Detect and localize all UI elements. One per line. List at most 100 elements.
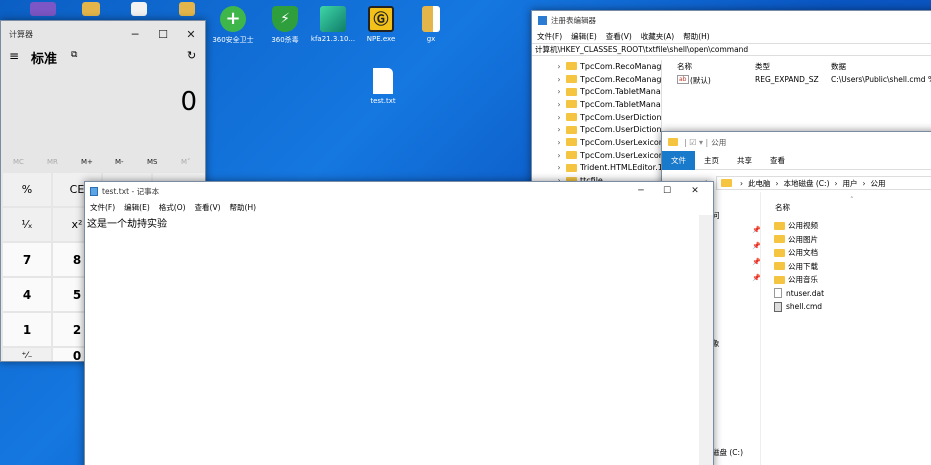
- menu-format[interactable]: 格式(O): [159, 202, 186, 213]
- tree-item[interactable]: › TpcCom.UserDictiona: [552, 123, 661, 136]
- desktop-icon-2[interactable]: [68, 2, 114, 19]
- history-icon[interactable]: ↻: [187, 49, 196, 62]
- tree-item[interactable]: › TpcCom.TabletManag: [552, 85, 661, 98]
- tab-share[interactable]: 共享: [728, 155, 761, 166]
- folder-icon: [774, 275, 785, 284]
- folder-icon: [179, 2, 195, 16]
- address-bar[interactable]: ↑ › 此电脑› 本地磁盘 (C:)› 用户› 公用: [703, 176, 931, 190]
- digit-4-key[interactable]: 4: [3, 278, 51, 311]
- list-item[interactable]: 公用音乐: [774, 273, 931, 287]
- column-data[interactable]: 数据: [831, 61, 846, 72]
- tab-file[interactable]: 文件: [662, 151, 695, 170]
- desktop-icon-360av[interactable]: ⚡ 360杀毒: [262, 6, 308, 45]
- cmd-file-icon: [774, 301, 782, 312]
- memory-recall-button[interactable]: MR: [47, 158, 58, 166]
- notepad-window[interactable]: test.txt - 记事本 ─ ☐ ✕ 文件(F) 编辑(E) 格式(O) 查…: [84, 181, 714, 465]
- memory-subtract-button[interactable]: M-: [115, 158, 124, 166]
- registry-address-bar[interactable]: 计算机\HKEY_CLASSES_ROOT\txtfile\shell\open…: [532, 43, 931, 56]
- desktop-icon-label: 360安全卫士: [212, 36, 254, 44]
- list-item[interactable]: 公用下载: [774, 260, 931, 274]
- column-name[interactable]: 名称: [677, 61, 692, 72]
- folder-icon: [566, 125, 577, 134]
- npe-icon: Ⓖ: [368, 6, 394, 32]
- notepad-titlebar[interactable]: test.txt - 记事本 ─ ☐ ✕: [85, 182, 713, 200]
- folder-icon: [566, 163, 577, 172]
- folder-icon: [774, 248, 785, 257]
- list-item[interactable]: shell.cmd: [774, 300, 931, 314]
- notepad-text-area[interactable]: 这是一个劫持实验: [85, 215, 713, 465]
- tab-view[interactable]: 查看: [761, 155, 794, 166]
- memory-store-button[interactable]: MS: [147, 158, 157, 166]
- desktop-icon-360safe[interactable]: + 360安全卫士: [210, 6, 256, 45]
- menu-edit[interactable]: 编辑(E): [571, 31, 597, 42]
- memory-clear-button[interactable]: MC: [13, 158, 24, 166]
- desktop-icon-label: test.txt: [370, 97, 396, 105]
- desktop-icon-test-txt[interactable]: test.txt: [360, 68, 406, 105]
- menu-file[interactable]: 文件(F): [537, 31, 562, 42]
- menu-help[interactable]: 帮助(H): [683, 31, 710, 42]
- desktop-icon-1[interactable]: [20, 2, 66, 19]
- quick-access-toolbar[interactable]: | ☑ ▾ |: [684, 138, 708, 147]
- notepad-menubar: 文件(F) 编辑(E) 格式(O) 查看(V) 帮助(H): [85, 200, 713, 215]
- menu-edit[interactable]: 编辑(E): [124, 202, 150, 213]
- nav-pane-drive[interactable]: 磁盘 (C:): [712, 447, 743, 458]
- breadcrumb-public[interactable]: 公用: [871, 178, 886, 189]
- menu-view[interactable]: 查看(V): [195, 202, 221, 213]
- menu-help[interactable]: 帮助(H): [230, 202, 257, 213]
- value-data: C:\Users\Public\shell.cmd %: [831, 75, 931, 84]
- list-item[interactable]: ntuser.dat: [774, 287, 931, 301]
- memory-add-button[interactable]: M+: [81, 158, 93, 166]
- desktop-icon-npe[interactable]: Ⓖ NPE.exe: [358, 6, 404, 43]
- tree-item[interactable]: › TpcCom.RecoManage: [552, 60, 661, 73]
- digit-7-key[interactable]: 7: [3, 243, 51, 276]
- list-item[interactable]: 公用图片: [774, 233, 931, 247]
- desktop-icon-kfa[interactable]: kfa21.3.10...: [310, 6, 356, 43]
- registry-value-row[interactable]: ab (默认) REG_EXPAND_SZ C:\Users\Public\sh…: [677, 75, 931, 86]
- desktop-icon-3[interactable]: [116, 2, 162, 19]
- calculator-mode: 标准: [31, 52, 58, 67]
- tree-item[interactable]: ›TpcCom.UserLexiconM: [552, 136, 661, 149]
- breadcrumb-this-pc[interactable]: 此电脑: [748, 178, 771, 189]
- list-item[interactable]: 公用文档: [774, 246, 931, 260]
- tree-item[interactable]: ›TpcCom.UserLexiconM: [552, 149, 661, 162]
- tree-item[interactable]: › TpcCom.UserDictiona: [552, 111, 661, 124]
- text-file-icon: [373, 68, 393, 94]
- close-button[interactable]: ✕: [175, 21, 205, 47]
- menu-favorites[interactable]: 收藏夹(A): [641, 31, 674, 42]
- percent-key[interactable]: %: [3, 173, 51, 206]
- menu-file[interactable]: 文件(F): [90, 202, 115, 213]
- 360-safe-icon: +: [220, 6, 246, 32]
- menu-view[interactable]: 查看(V): [606, 31, 632, 42]
- desktop-icon-label: gx: [426, 35, 436, 43]
- registry-title: 注册表编辑器: [551, 15, 596, 25]
- breadcrumb-users[interactable]: 用户: [843, 178, 858, 189]
- cube-icon: [320, 6, 346, 32]
- folder-icon: [566, 138, 577, 147]
- keep-on-top-icon[interactable]: ⧉: [71, 50, 77, 60]
- list-item[interactable]: 公用视频: [774, 219, 931, 233]
- value-type: REG_EXPAND_SZ: [755, 75, 819, 84]
- column-type[interactable]: 类型: [755, 61, 770, 72]
- folder-icon: [566, 113, 577, 122]
- negate-key[interactable]: ⁺⁄₋: [3, 348, 51, 361]
- registry-titlebar[interactable]: 注册表编辑器: [532, 11, 931, 29]
- column-header-name[interactable]: 名称: [775, 202, 790, 213]
- memory-list-button[interactable]: M˅: [181, 158, 191, 166]
- tree-item[interactable]: › TpcCom.RecoManage: [552, 73, 661, 86]
- tree-item[interactable]: › Trident.HTMLEditor.1: [552, 162, 661, 175]
- hamburger-icon[interactable]: ≡: [9, 49, 19, 63]
- close-button[interactable]: ✕: [679, 182, 711, 200]
- digit-1-key[interactable]: 1: [3, 313, 51, 346]
- folder-icon: [774, 235, 785, 244]
- folder-icon: [566, 151, 577, 160]
- desktop-icon-gx[interactable]: gx: [408, 6, 454, 43]
- desktop-icon-label: 360杀毒: [271, 36, 299, 44]
- folder-icon: [566, 75, 577, 84]
- explorer-titlebar[interactable]: | ☑ ▾ | 公用: [662, 132, 931, 152]
- reciprocal-key[interactable]: ¹⁄ₓ: [3, 208, 51, 241]
- desktop-icon-4[interactable]: [164, 2, 210, 19]
- tree-item[interactable]: › TpcCom.TabletManag: [552, 98, 661, 111]
- breadcrumb-c-drive[interactable]: 本地磁盘 (C:): [784, 178, 830, 189]
- calculator-titlebar[interactable]: 计算器 ─ ☐ ✕: [1, 21, 205, 47]
- tab-home[interactable]: 主页: [695, 155, 728, 166]
